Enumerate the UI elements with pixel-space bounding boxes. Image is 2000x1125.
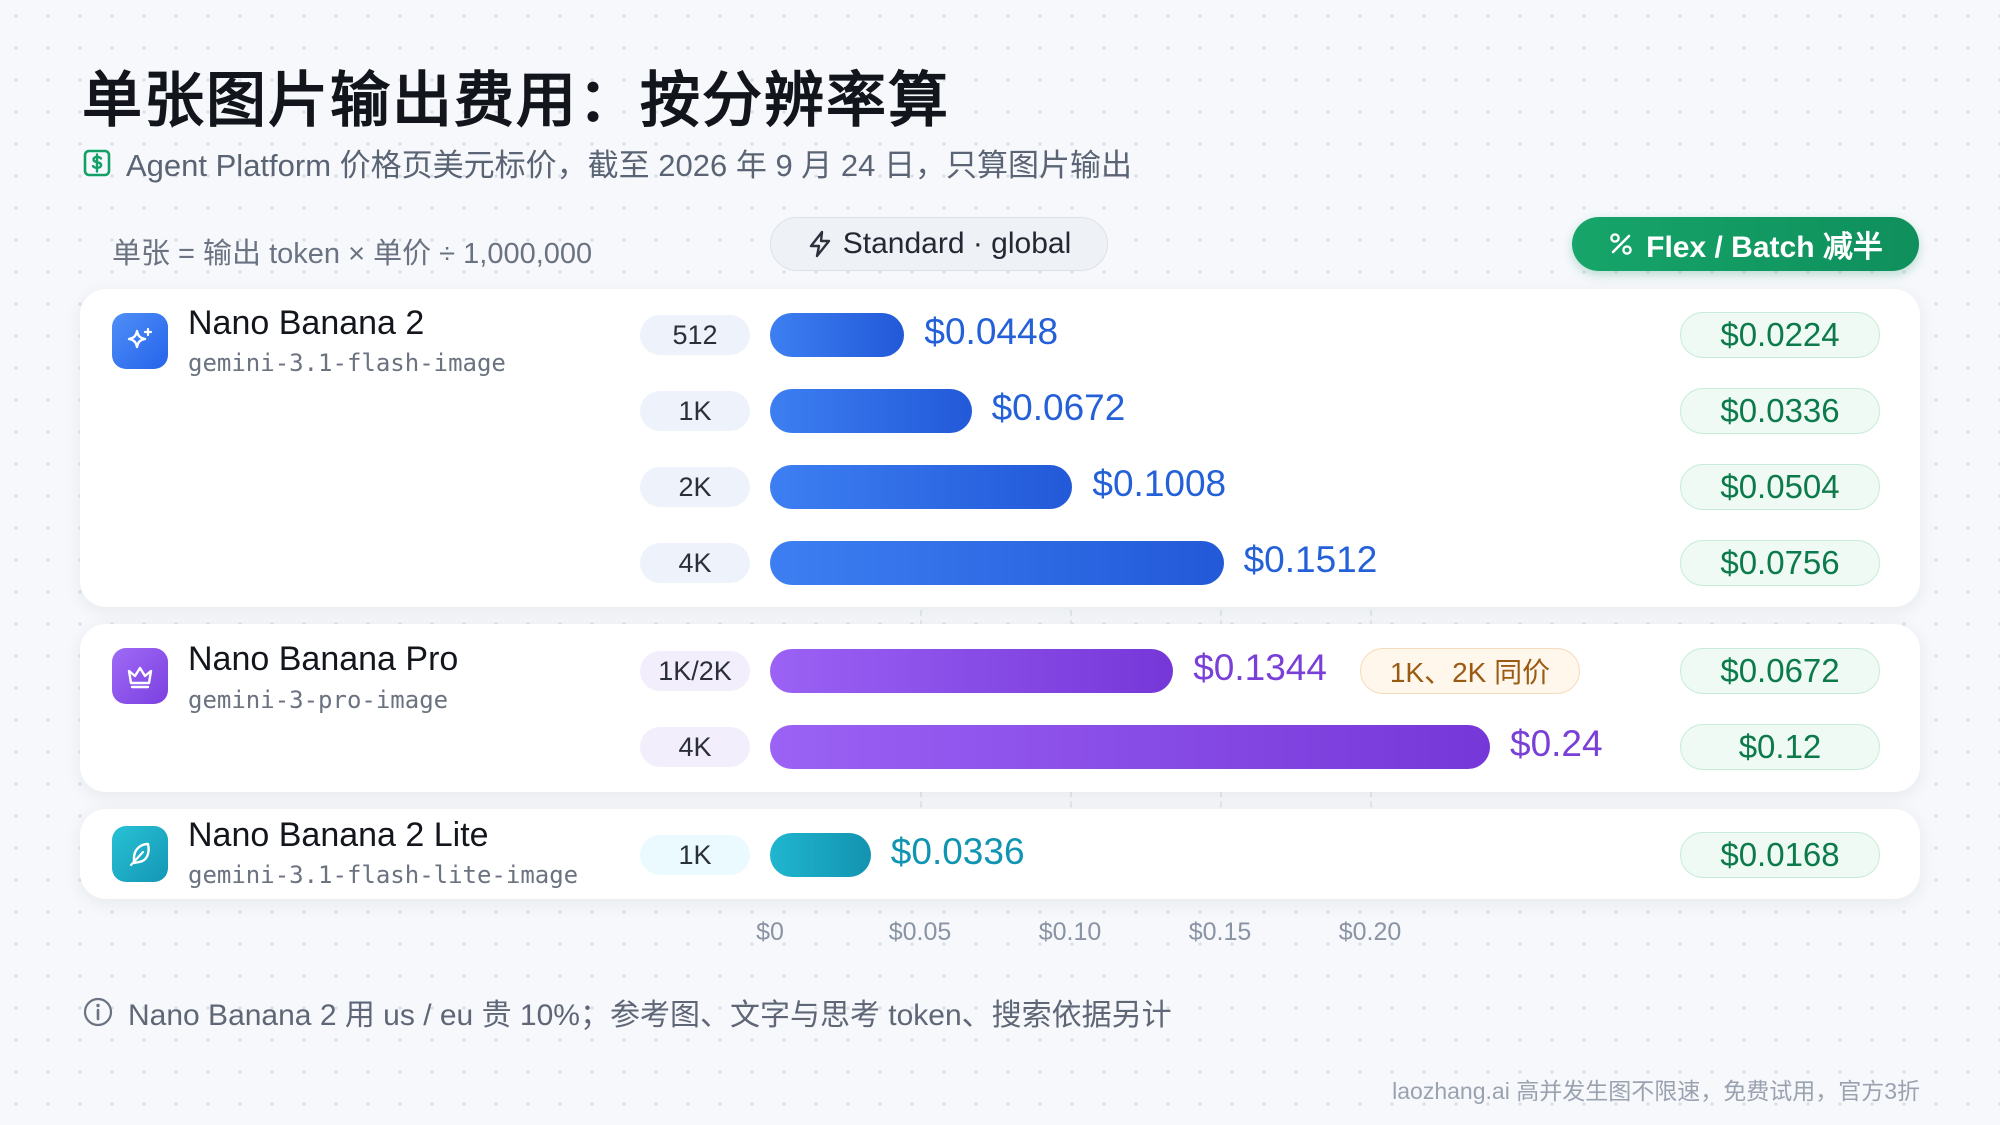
bar-blue [770, 389, 972, 433]
footnote: Nano Banana 2 用 us / eu 贵 10%；参考图、文字与思考 … [82, 990, 1172, 1034]
x-tick-label: $0.05 [888, 918, 952, 946]
batch-price-pill: $0.0336 [1680, 388, 1880, 434]
x-tick-label: $0.15 [1188, 918, 1252, 946]
resolution-label: 2K [640, 467, 750, 507]
standard-badge-label: Standard · global [842, 227, 1072, 260]
subtitle-text: Agent Platform 价格页美元标价，截至 2026 年 9 月 24 … [126, 148, 1133, 183]
model-code: gemini-3-pro-image [188, 686, 449, 714]
model-code: gemini-3.1-flash-image [188, 349, 506, 377]
percent-icon [1608, 231, 1634, 257]
x-tick-label: $0 [756, 918, 784, 946]
flex-batch-label: Flex / Batch 减半 [1646, 231, 1883, 264]
bar-value-label: $0.1008 [1092, 463, 1227, 504]
batch-price-pill: $0.0224 [1680, 312, 1880, 358]
model-code: gemini-3.1-flash-lite-image [188, 861, 579, 889]
bar-blue [770, 541, 1224, 585]
bar-purple [770, 649, 1174, 693]
bar-teal [770, 833, 871, 877]
model-name: Nano Banana 2 [188, 304, 425, 342]
resolution-label: 1K [640, 391, 750, 431]
subtitle: Agent Platform 价格页美元标价，截至 2026 年 9 月 24 … [82, 140, 1132, 185]
bar-blue [770, 313, 905, 357]
lightning-icon [807, 230, 833, 258]
x-tick-label: $0.10 [1038, 918, 1102, 946]
x-tick-label: $0.20 [1338, 918, 1402, 946]
dollar-icon [82, 148, 112, 178]
resolution-label: 1K [640, 835, 750, 875]
bar-value-label: $0.1512 [1243, 539, 1378, 580]
bar-blue [770, 465, 1073, 509]
resolution-label: 4K [640, 727, 750, 767]
feather-icon [112, 826, 168, 882]
brand-tagline: laozhang.ai 高并发生图不限速，免费试用，官方3折 [1392, 1078, 1920, 1104]
crown-icon [112, 648, 168, 704]
footnote-text: Nano Banana 2 用 us / eu 贵 10%；参考图、文字与思考 … [128, 999, 1172, 1032]
batch-price-pill: $0.0672 [1680, 648, 1880, 694]
bar-value-label: $0.0672 [991, 387, 1126, 428]
bar-value-label: $0.0448 [924, 311, 1059, 352]
bar-value-label: $0.0336 [890, 831, 1025, 872]
resolution-label: 4K [640, 543, 750, 583]
resolution-label: 1K/2K [640, 651, 750, 691]
same-price-note: 1K、2K 同价 [1360, 648, 1580, 694]
batch-price-pill: $0.0756 [1680, 540, 1880, 586]
formula-text: 单张 = 输出 token × 单价 ÷ 1,000,000 [112, 238, 593, 270]
page-title: 单张图片输出费用：按分辨率算 [82, 67, 950, 134]
sparkle-icon [112, 313, 168, 369]
bar-value-label: $0.24 [1510, 723, 1603, 764]
resolution-label: 512 [640, 315, 750, 355]
batch-price-pill: $0.0504 [1680, 464, 1880, 510]
batch-price-pill: $0.12 [1680, 724, 1880, 770]
standard-badge: Standard · global [770, 217, 1108, 271]
model-name: Nano Banana 2 Lite [188, 816, 489, 854]
model-name: Nano Banana Pro [188, 640, 459, 678]
flex-batch-badge: Flex / Batch 减半 [1572, 217, 1919, 271]
bar-value-label: $0.1344 [1193, 647, 1327, 688]
bar-purple [770, 725, 1490, 769]
batch-price-pill: $0.0168 [1680, 832, 1880, 878]
info-icon [82, 996, 114, 1028]
